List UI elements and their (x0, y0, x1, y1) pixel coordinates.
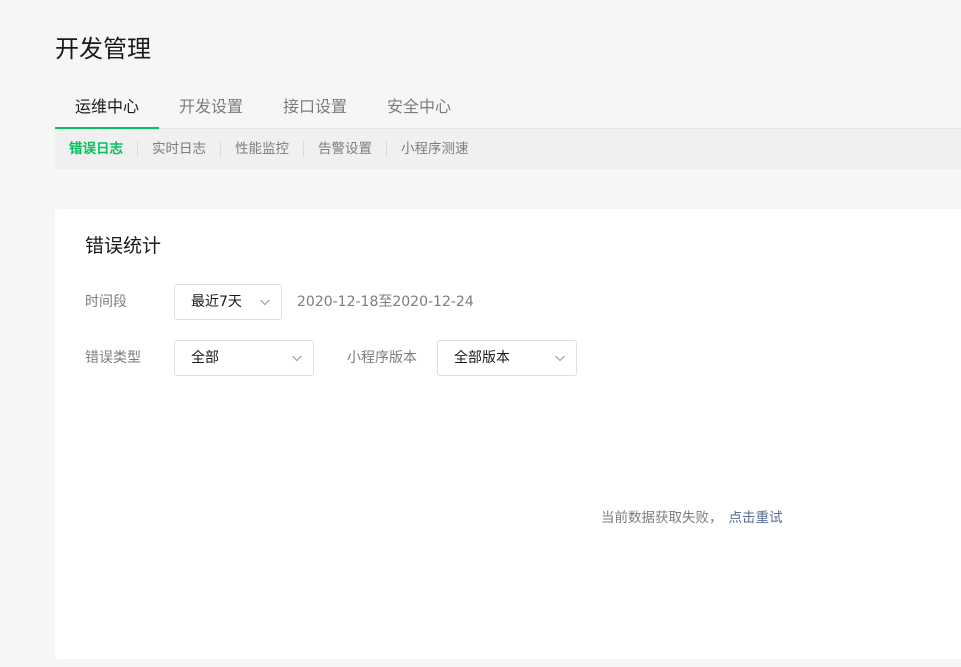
chevron-down-icon (555, 355, 565, 362)
error-type-label: 错误类型 (85, 350, 141, 366)
error-type-select[interactable]: 全部 (174, 340, 314, 376)
chevron-down-icon (260, 299, 270, 306)
version-select[interactable]: 全部版本 (437, 340, 577, 376)
subnav-alert-settings[interactable]: 告警设置 (303, 141, 386, 157)
chevron-down-icon (292, 355, 302, 362)
subnav-performance-monitor[interactable]: 性能监控 (220, 141, 303, 157)
tab-ops-center[interactable]: 运维中心 (55, 90, 159, 129)
sub-navigation: 错误日志 实时日志 性能监控 告警设置 小程序测速 (55, 129, 961, 169)
empty-state: 当前数据获取失败， 点击重试 (601, 509, 783, 527)
subnav-speed-test[interactable]: 小程序测速 (386, 141, 483, 157)
tab-dev-settings[interactable]: 开发设置 (159, 90, 263, 128)
card-title: 错误统计 (85, 235, 162, 257)
date-range-text: 2020-12-18至2020-12-24 (297, 294, 474, 310)
tab-api-settings[interactable]: 接口设置 (263, 90, 367, 128)
subnav-error-log[interactable]: 错误日志 (69, 141, 137, 157)
tab-security-center[interactable]: 安全中心 (367, 90, 471, 128)
version-select-value: 全部版本 (454, 350, 510, 366)
error-stats-card: 错误统计 时间段 最近7天 2020-12-18至2020-12-24 错误类型… (55, 209, 961, 659)
retry-link[interactable]: 点击重试 (729, 510, 783, 526)
subnav-realtime-log[interactable]: 实时日志 (137, 141, 220, 157)
error-type-select-value: 全部 (191, 350, 219, 366)
period-select[interactable]: 最近7天 (174, 284, 282, 320)
period-label: 时间段 (85, 294, 127, 310)
main-tabs: 运维中心 开发设置 接口设置 安全中心 (55, 90, 961, 129)
page-title: 开发管理 (55, 35, 151, 63)
period-select-value: 最近7天 (191, 294, 242, 310)
version-label: 小程序版本 (347, 350, 417, 366)
empty-state-message: 当前数据获取失败， (601, 510, 723, 526)
